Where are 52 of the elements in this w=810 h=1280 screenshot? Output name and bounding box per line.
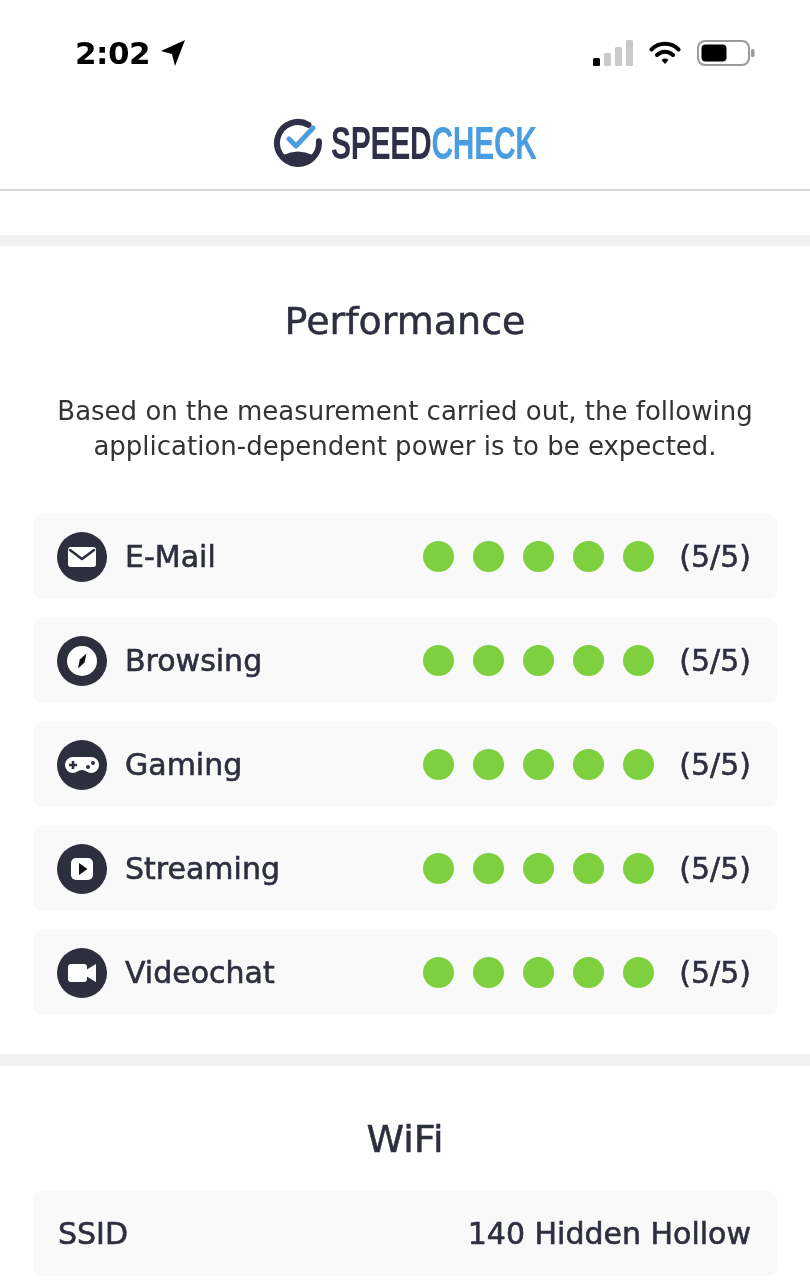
app-name: Videochat	[125, 955, 275, 990]
filled-dot-icon	[423, 645, 455, 676]
info-label: SSID	[58, 1216, 129, 1251]
signal-bars-icon	[593, 39, 633, 66]
rating-score: (5/5)	[679, 851, 751, 886]
filled-dot-icon	[423, 957, 455, 988]
app-name: Streaming	[125, 851, 280, 886]
filled-dot-icon	[523, 957, 555, 988]
logo-icon	[272, 118, 323, 168]
filled-dot-icon	[623, 957, 655, 988]
status-time: 2:02	[75, 34, 151, 71]
rating-score: (5/5)	[679, 955, 751, 990]
filled-dot-icon	[573, 853, 605, 884]
section-description: Based on the measurement carried out, the following application-dependent power is to be expected.	[56, 395, 754, 463]
section-title: Performance	[283, 299, 527, 343]
app-name: Browsing	[125, 643, 263, 678]
gamepad-icon	[57, 739, 107, 790]
filled-dot-icon	[473, 541, 505, 572]
app-name: E-Mail	[125, 539, 216, 574]
filled-dot-icon	[623, 853, 655, 884]
section-title: WiFi	[365, 1117, 445, 1161]
filled-dot-icon	[573, 645, 605, 676]
filled-dot-icon	[573, 749, 605, 780]
filled-dot-icon	[473, 853, 505, 884]
filled-dot-icon	[623, 541, 655, 572]
rating-score: (5/5)	[679, 747, 751, 782]
compass-icon	[57, 635, 107, 686]
battery-icon	[697, 39, 755, 66]
wifi-icon	[649, 40, 681, 65]
video-camera-icon	[57, 947, 107, 998]
filled-dot-icon	[473, 957, 505, 988]
filled-dot-icon	[423, 749, 455, 780]
info-value: 140 Hidden Hollow	[467, 1216, 751, 1251]
filled-dot-icon	[523, 541, 555, 572]
app-name: Gaming	[125, 747, 243, 782]
envelope-icon	[57, 531, 107, 582]
filled-dot-icon	[573, 957, 605, 988]
filled-dot-icon	[423, 853, 455, 884]
filled-dot-icon	[523, 645, 555, 676]
filled-dot-icon	[523, 749, 555, 780]
filled-dot-icon	[573, 541, 605, 572]
filled-dot-icon	[623, 749, 655, 780]
filled-dot-icon	[623, 645, 655, 676]
rating-score: (5/5)	[679, 539, 751, 574]
logo-text: SPEEDCHECK	[330, 122, 537, 164]
filled-dot-icon	[423, 541, 455, 572]
filled-dot-icon	[473, 645, 505, 676]
filled-dot-icon	[473, 749, 505, 780]
play-icon	[57, 843, 107, 894]
filled-dot-icon	[523, 853, 555, 884]
location-arrow-icon	[160, 38, 187, 67]
rating-score: (5/5)	[679, 643, 751, 678]
